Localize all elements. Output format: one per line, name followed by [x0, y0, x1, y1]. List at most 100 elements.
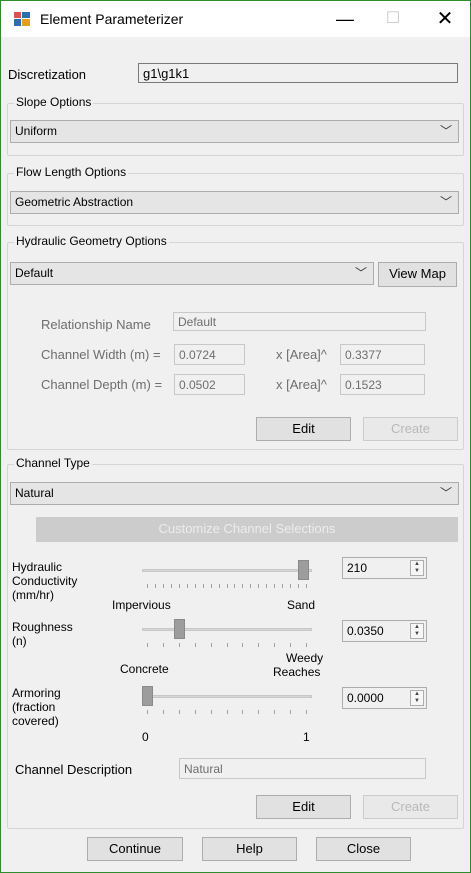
hydraulic-conductivity-label-line2: Conductivity	[12, 574, 78, 588]
hydraulic-conductivity-stepper[interactable]: 210 ▲ ▼	[342, 557, 427, 579]
slider-tick	[147, 643, 148, 647]
slider-tick	[290, 710, 292, 714]
roughness-slider-thumb[interactable]	[173, 619, 185, 639]
armoring-stepper[interactable]: 0.0000 ▲ ▼	[342, 687, 427, 709]
hydraulic-conductivity-max-label: Sand	[287, 598, 316, 612]
slider-tick	[162, 643, 164, 647]
slider-tick	[194, 643, 196, 647]
slider-tick	[290, 643, 292, 647]
flow-length-options-group: Flow Length Options Geometric Abstractio…	[7, 165, 464, 226]
roughness-slider-track[interactable]	[142, 628, 312, 631]
hydraulic-conductivity-ticks	[147, 584, 307, 589]
armoring-slider-track[interactable]	[142, 695, 312, 698]
minimize-button[interactable]: —	[321, 1, 369, 37]
maximize-button[interactable]: ☐	[369, 1, 417, 37]
flow-length-options-title: Flow Length Options	[14, 165, 129, 179]
slider-tick	[186, 584, 188, 588]
hydraulic-geometry-group: Hydraulic Geometry Options Default ﹀ Vie…	[7, 234, 464, 450]
hydraulic-edit-button[interactable]: Edit	[256, 417, 351, 441]
discretization-field[interactable]: g1\g1k1	[138, 63, 458, 83]
spin-arrows-icon[interactable]: ▲ ▼	[410, 560, 424, 576]
help-button[interactable]: Help	[202, 837, 297, 861]
armoring-slider-thumb[interactable]	[142, 686, 153, 706]
hydraulic-conductivity-slider-thumb[interactable]	[297, 560, 309, 580]
slider-tick	[178, 710, 180, 714]
relationship-name-field[interactable]: Default	[173, 312, 426, 331]
channel-width-label: Channel Width (m) =	[41, 347, 161, 362]
armoring-ticks	[147, 710, 307, 715]
slider-tick	[250, 584, 252, 588]
slider-tick	[218, 584, 220, 588]
slider-tick	[154, 584, 156, 588]
roughness-max-label-line2: Reaches	[273, 665, 321, 679]
channel-width-field[interactable]: 0.0724	[174, 344, 245, 365]
slider-tick	[258, 710, 260, 714]
slope-options-group: Slope Options Uniform ﹀	[7, 95, 464, 156]
slope-options-dropdown[interactable]: Uniform ﹀	[10, 120, 459, 143]
roughness-ticks	[147, 643, 307, 648]
roughness-value: 0.0350	[347, 624, 384, 638]
slider-tick	[194, 710, 196, 714]
channel-create-button[interactable]: Create	[363, 795, 458, 819]
roughness-min-label: Concrete	[120, 662, 169, 676]
slider-tick	[266, 584, 268, 588]
close-window-button[interactable]: ✕	[421, 1, 469, 37]
slider-tick	[226, 584, 228, 588]
close-button[interactable]: Close	[316, 837, 411, 861]
channel-depth-field[interactable]: 0.0502	[174, 374, 245, 395]
spin-arrows-icon[interactable]: ▲ ▼	[410, 690, 424, 706]
channel-type-title: Channel Type	[14, 456, 92, 470]
hydraulic-conductivity-min-label: Impervious	[112, 598, 171, 612]
slope-options-title: Slope Options	[14, 95, 94, 109]
slider-tick	[178, 584, 180, 588]
slider-tick	[226, 643, 228, 647]
hydraulic-geometry-dropdown[interactable]: Default ﹀	[10, 262, 374, 285]
slider-tick	[274, 584, 276, 588]
slider-tick	[162, 584, 164, 588]
slider-tick	[306, 643, 307, 647]
armoring-min-label: 0	[142, 730, 149, 744]
slider-tick	[234, 584, 236, 588]
window-title: Element Parameterizer	[40, 11, 184, 27]
title-bar: Element Parameterizer — ☐ ✕	[1, 1, 470, 37]
channel-depth-exponent-label: x [Area]^	[276, 377, 327, 392]
slider-tick	[274, 710, 276, 714]
view-map-button[interactable]: View Map	[378, 262, 457, 287]
spin-arrows-icon[interactable]: ▲ ▼	[410, 623, 424, 639]
hydraulic-conductivity-label-line1: Hydraulic	[12, 560, 63, 574]
armoring-label-line1: Armoring	[12, 686, 61, 700]
slider-tick	[242, 643, 244, 647]
channel-description-field[interactable]: Natural	[179, 758, 426, 779]
slider-tick	[170, 584, 172, 588]
slider-tick	[147, 710, 148, 714]
customize-channel-selections-button[interactable]: Customize Channel Selections	[36, 517, 458, 542]
chevron-down-icon: ﹀	[439, 195, 452, 209]
chevron-down-icon: ﹀	[354, 266, 367, 280]
armoring-label-line3: covered)	[12, 714, 59, 728]
element-parameterizer-window: Element Parameterizer — ☐ ✕ Discretizati…	[0, 0, 471, 873]
chevron-down-icon: ﹀	[439, 124, 452, 138]
relationship-name-label: Relationship Name	[41, 317, 151, 332]
discretization-label: Discretization	[8, 67, 87, 82]
channel-type-dropdown[interactable]: Natural ﹀	[10, 482, 459, 505]
channel-width-exponent-field[interactable]: 0.3377	[340, 344, 425, 365]
flow-length-selected-value: Geometric Abstraction	[15, 195, 134, 209]
slider-tick	[306, 584, 307, 588]
hydraulic-create-button[interactable]: Create	[363, 417, 458, 441]
hydraulic-selected-value: Default	[15, 266, 54, 280]
slider-tick	[178, 643, 180, 647]
slider-tick	[290, 584, 292, 588]
roughness-label-line2: (n)	[12, 634, 27, 648]
slider-tick	[242, 584, 244, 588]
channel-description-label: Channel Description	[15, 762, 133, 777]
continue-button[interactable]: Continue	[87, 837, 183, 861]
channel-edit-button[interactable]: Edit	[256, 795, 351, 819]
channel-type-group: Channel Type Natural ﹀ Customize Channel…	[7, 456, 464, 829]
roughness-stepper[interactable]: 0.0350 ▲ ▼	[342, 620, 427, 642]
slider-tick	[274, 643, 276, 647]
slider-tick	[306, 710, 307, 714]
slider-tick	[258, 643, 260, 647]
channel-depth-exponent-field[interactable]: 0.1523	[340, 374, 425, 395]
hydraulic-conductivity-slider-track[interactable]	[142, 569, 312, 572]
flow-length-options-dropdown[interactable]: Geometric Abstraction ﹀	[10, 191, 459, 214]
